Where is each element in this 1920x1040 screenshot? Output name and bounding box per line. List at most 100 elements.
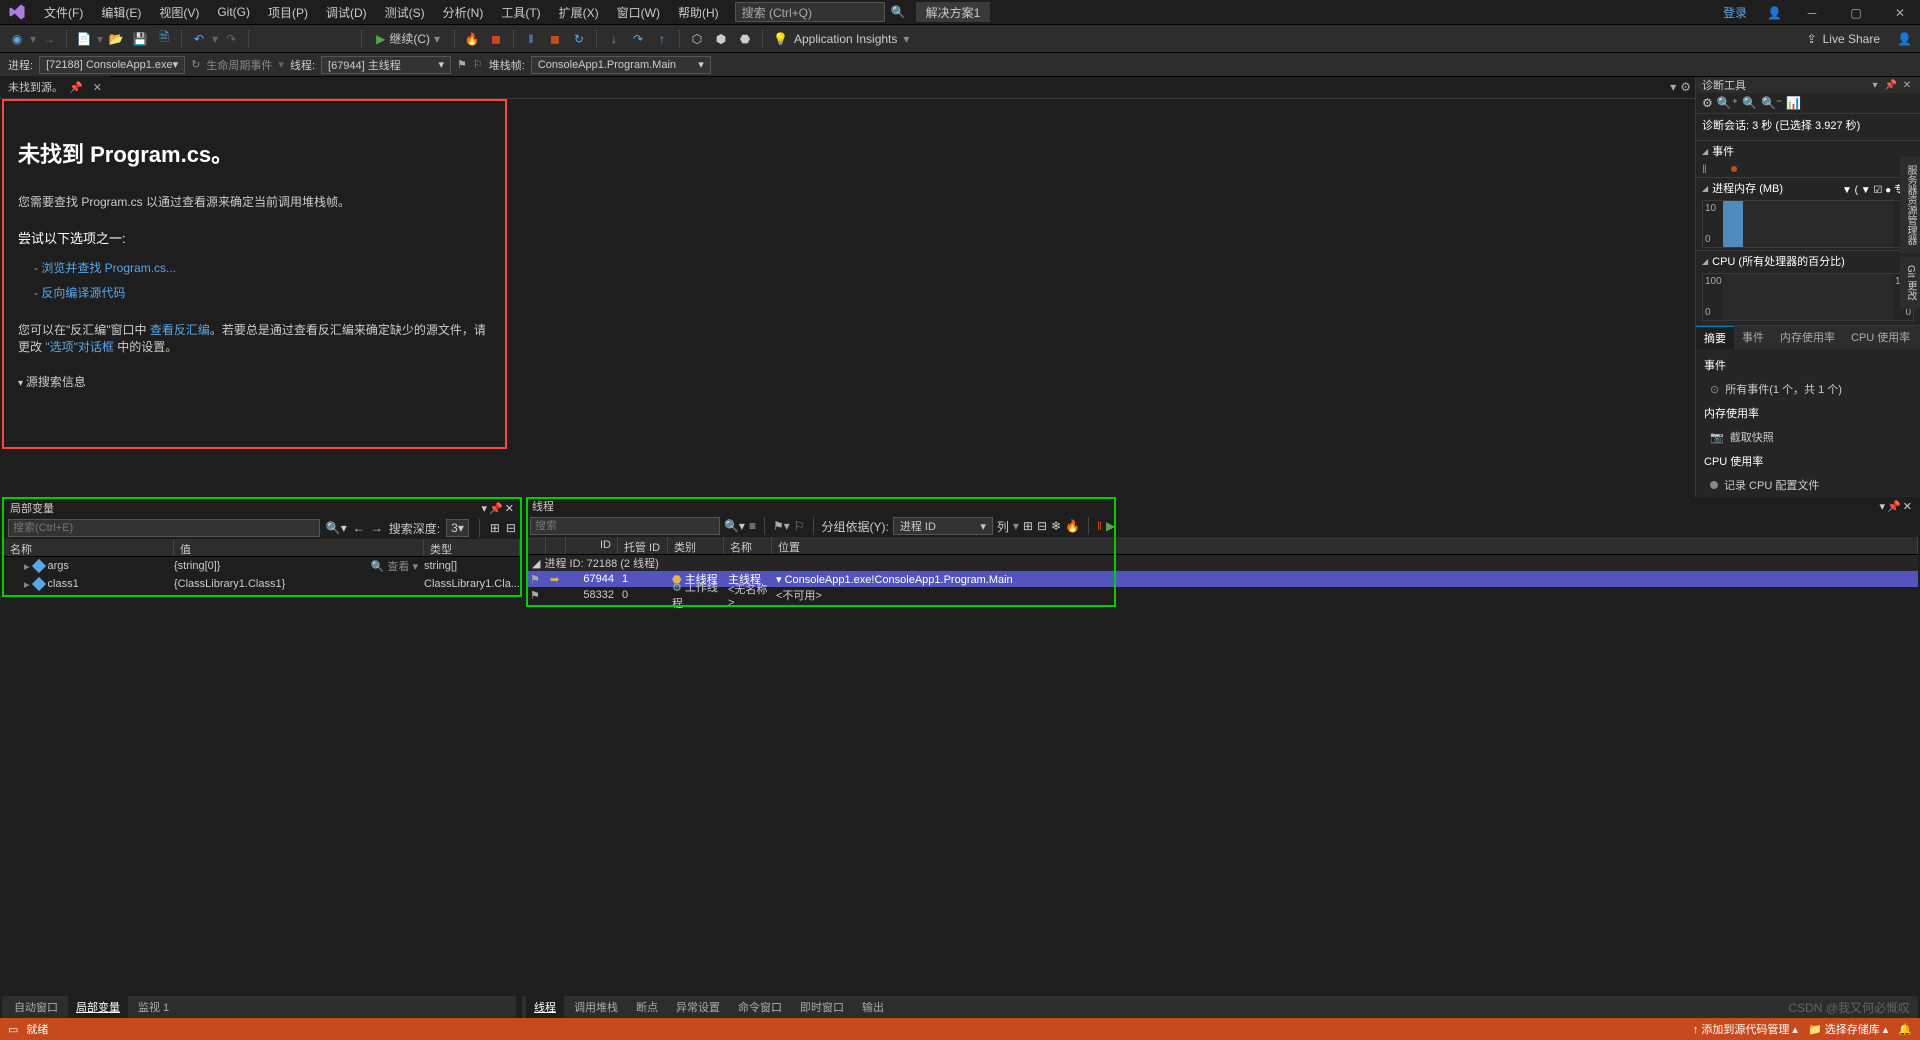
diag-graph-icon[interactable]: 📊 — [1786, 96, 1801, 110]
menu-help[interactable]: 帮助(H) — [670, 0, 727, 25]
tab-breakpoints[interactable]: 断点 — [628, 996, 666, 1018]
tab-exceptions[interactable]: 异常设置 — [668, 996, 728, 1018]
thread-dropdown[interactable]: [67944] 主线程▾ — [321, 56, 451, 74]
stop-debug-icon[interactable]: ◼ — [544, 28, 566, 50]
save-icon[interactable]: 💾 — [129, 28, 151, 50]
solution-dropdown[interactable]: 解决方案1 — [916, 2, 991, 22]
nav-back-icon[interactable]: ◉ — [6, 28, 28, 50]
options-dialog-link[interactable]: "选项"对话框 — [45, 340, 114, 354]
stop-icon[interactable]: ◼ — [485, 28, 507, 50]
diag-tab-memory[interactable]: 内存使用率 — [1772, 326, 1843, 349]
insights-dropdown[interactable]: Application Insights — [794, 32, 897, 46]
new-project-icon[interactable]: 📄 — [73, 28, 95, 50]
menu-git[interactable]: Git(G) — [209, 1, 258, 23]
locals-search[interactable] — [8, 519, 320, 537]
flag-icon[interactable]: ⚑ — [457, 58, 467, 71]
th-play-icon[interactable]: ▶ — [1106, 519, 1115, 533]
th-freeze-icon[interactable]: ❄ — [1051, 519, 1061, 533]
flag-filter-icon[interactable]: ⚐ — [473, 58, 483, 71]
open-icon[interactable]: 📂 — [105, 28, 127, 50]
step-over-icon[interactable]: ↷ — [627, 28, 649, 50]
diag-zoom-out-icon[interactable]: 🔍⁻ — [1761, 96, 1782, 110]
login-link[interactable]: 登录 — [1713, 4, 1757, 21]
show-all-events-link[interactable]: ⊙所有事件(1 个，共 1 个) — [1696, 377, 1920, 401]
th-thaw-icon[interactable]: 🔥 — [1065, 519, 1080, 533]
stackframe-dropdown[interactable]: ConsoleApp1.Program.Main▾ — [531, 56, 711, 74]
locals-tool2-icon[interactable]: ⊟ — [506, 521, 516, 535]
tab-watch1[interactable]: 监视 1 — [130, 996, 177, 1018]
menu-file[interactable]: 文件(F) — [36, 0, 91, 25]
diag-tab-summary[interactable]: 摘要 — [1696, 326, 1734, 349]
admin-icon[interactable]: 👤 — [1897, 32, 1912, 46]
th-tool1-icon[interactable]: ≡ — [749, 519, 756, 533]
intellitrace3-icon[interactable]: ⬣ — [734, 28, 756, 50]
menu-edit[interactable]: 编辑(E) — [93, 0, 149, 25]
search-icon[interactable]: 🔍▾ — [326, 521, 347, 535]
record-cpu-link[interactable]: 记录 CPU 配置文件 — [1696, 473, 1920, 497]
diag-tab-cpu[interactable]: CPU 使用率 — [1843, 326, 1918, 349]
th-expand-icon[interactable]: ⊞ — [1023, 519, 1033, 533]
doc-dropdown-icon[interactable]: ▾ — [1670, 80, 1676, 94]
pin-icon[interactable]: 📌 — [1884, 80, 1898, 91]
doc-tab-nosource[interactable]: 未找到源。 📌 ✕ — [0, 76, 110, 98]
th-collapse-icon[interactable]: ⊟ — [1037, 519, 1047, 533]
window-maximize[interactable]: ▢ — [1836, 0, 1876, 25]
restart-icon[interactable]: ↻ — [568, 28, 590, 50]
threads-search[interactable] — [530, 517, 720, 535]
search-icon[interactable]: 🔍 — [891, 5, 906, 19]
tab-autos[interactable]: 自动窗口 — [6, 996, 66, 1018]
view-disasm-link[interactable]: 查看反汇编 — [150, 323, 210, 337]
quick-search[interactable]: 搜索 (Ctrl+Q) — [735, 2, 885, 22]
browse-find-link[interactable]: 浏览并查找 Program.cs... — [34, 259, 491, 276]
status-bell-icon[interactable]: 🔔 — [1898, 1023, 1912, 1036]
intellitrace-icon[interactable]: ⬡ — [686, 28, 708, 50]
account-icon[interactable]: 👤 — [1767, 6, 1782, 20]
save-all-icon[interactable]: 🗎 — [153, 28, 175, 50]
refresh-icon[interactable]: ↻ — [191, 58, 200, 71]
group-by-dropdown[interactable]: 进程 ID▾ — [893, 517, 993, 535]
flag-icon[interactable]: ⚑▾ — [773, 519, 790, 533]
flag-off-icon[interactable]: ⚐ — [794, 519, 805, 533]
tab-callstack[interactable]: 调用堆栈 — [566, 996, 626, 1018]
diag-settings-icon[interactable]: ⚙ — [1702, 96, 1713, 110]
decompile-link[interactable]: 反向编译源代码 — [34, 284, 491, 301]
undo-icon[interactable]: ↶ — [188, 28, 210, 50]
gear-icon[interactable]: ⚙ — [1680, 80, 1691, 94]
hot-reload-icon[interactable]: 🔥 — [461, 28, 483, 50]
tab-immediate[interactable]: 即时窗口 — [792, 996, 852, 1018]
dropdown-icon[interactable]: ▾ — [1868, 80, 1882, 91]
step-out-icon[interactable]: ↑ — [651, 28, 673, 50]
menu-project[interactable]: 项目(P) — [260, 0, 316, 25]
window-minimize[interactable]: ─ — [1792, 0, 1832, 25]
search-icon[interactable]: 🔍▾ — [724, 519, 745, 533]
thread-row[interactable]: ⚑ 58332 0 ⚙ 工作线程 <无名称> <不可用> — [526, 587, 1918, 603]
live-share-button[interactable]: ⇪ Live Share — [1807, 32, 1880, 46]
source-search-expander[interactable]: 源搜索信息 — [18, 373, 491, 390]
pause-icon[interactable]: ‖ — [520, 28, 542, 50]
menu-debug[interactable]: 调试(D) — [318, 0, 375, 25]
menu-test[interactable]: 测试(S) — [377, 0, 433, 25]
close-tab-icon[interactable]: ✕ — [93, 81, 102, 94]
pin-icon[interactable]: 📌 — [69, 81, 83, 94]
tab-command[interactable]: 命令窗口 — [730, 996, 790, 1018]
search-next-icon[interactable]: → — [371, 521, 383, 535]
menu-analyze[interactable]: 分析(N) — [435, 0, 492, 25]
depth-dropdown[interactable]: 3 ▾ — [446, 519, 469, 537]
process-dropdown[interactable]: [72188] ConsoleApp1.exe▾ — [39, 56, 185, 74]
select-repo[interactable]: 📁 选择存储库 ▴ — [1808, 1021, 1888, 1037]
tab-threads[interactable]: 线程 — [526, 996, 564, 1018]
intellitrace2-icon[interactable]: ⬢ — [710, 28, 732, 50]
window-close[interactable]: ✕ — [1880, 0, 1920, 25]
diag-zoom-reset-icon[interactable]: 🔍⁺ — [1717, 96, 1738, 110]
locals-row[interactable]: ▸args {string[0]}🔍 查看 ▾ string[] — [4, 557, 520, 575]
menu-extensions[interactable]: 扩展(X) — [551, 0, 607, 25]
close-icon[interactable]: ✕ — [1900, 80, 1914, 91]
diag-zoom-in-icon[interactable]: 🔍 — [1742, 96, 1757, 110]
diag-tab-events[interactable]: 事件 — [1734, 326, 1772, 349]
tab-locals[interactable]: 局部变量 — [68, 996, 128, 1018]
take-snapshot-link[interactable]: 📷截取快照 — [1696, 425, 1920, 449]
thread-group-row[interactable]: ◢进程 ID: 72188 (2 线程) — [526, 555, 1918, 571]
add-to-scm[interactable]: ↑ 添加到源代码管理 ▴ — [1693, 1021, 1798, 1037]
step-into-icon[interactable]: ↓ — [603, 28, 625, 50]
tab-output[interactable]: 输出 — [854, 996, 892, 1018]
